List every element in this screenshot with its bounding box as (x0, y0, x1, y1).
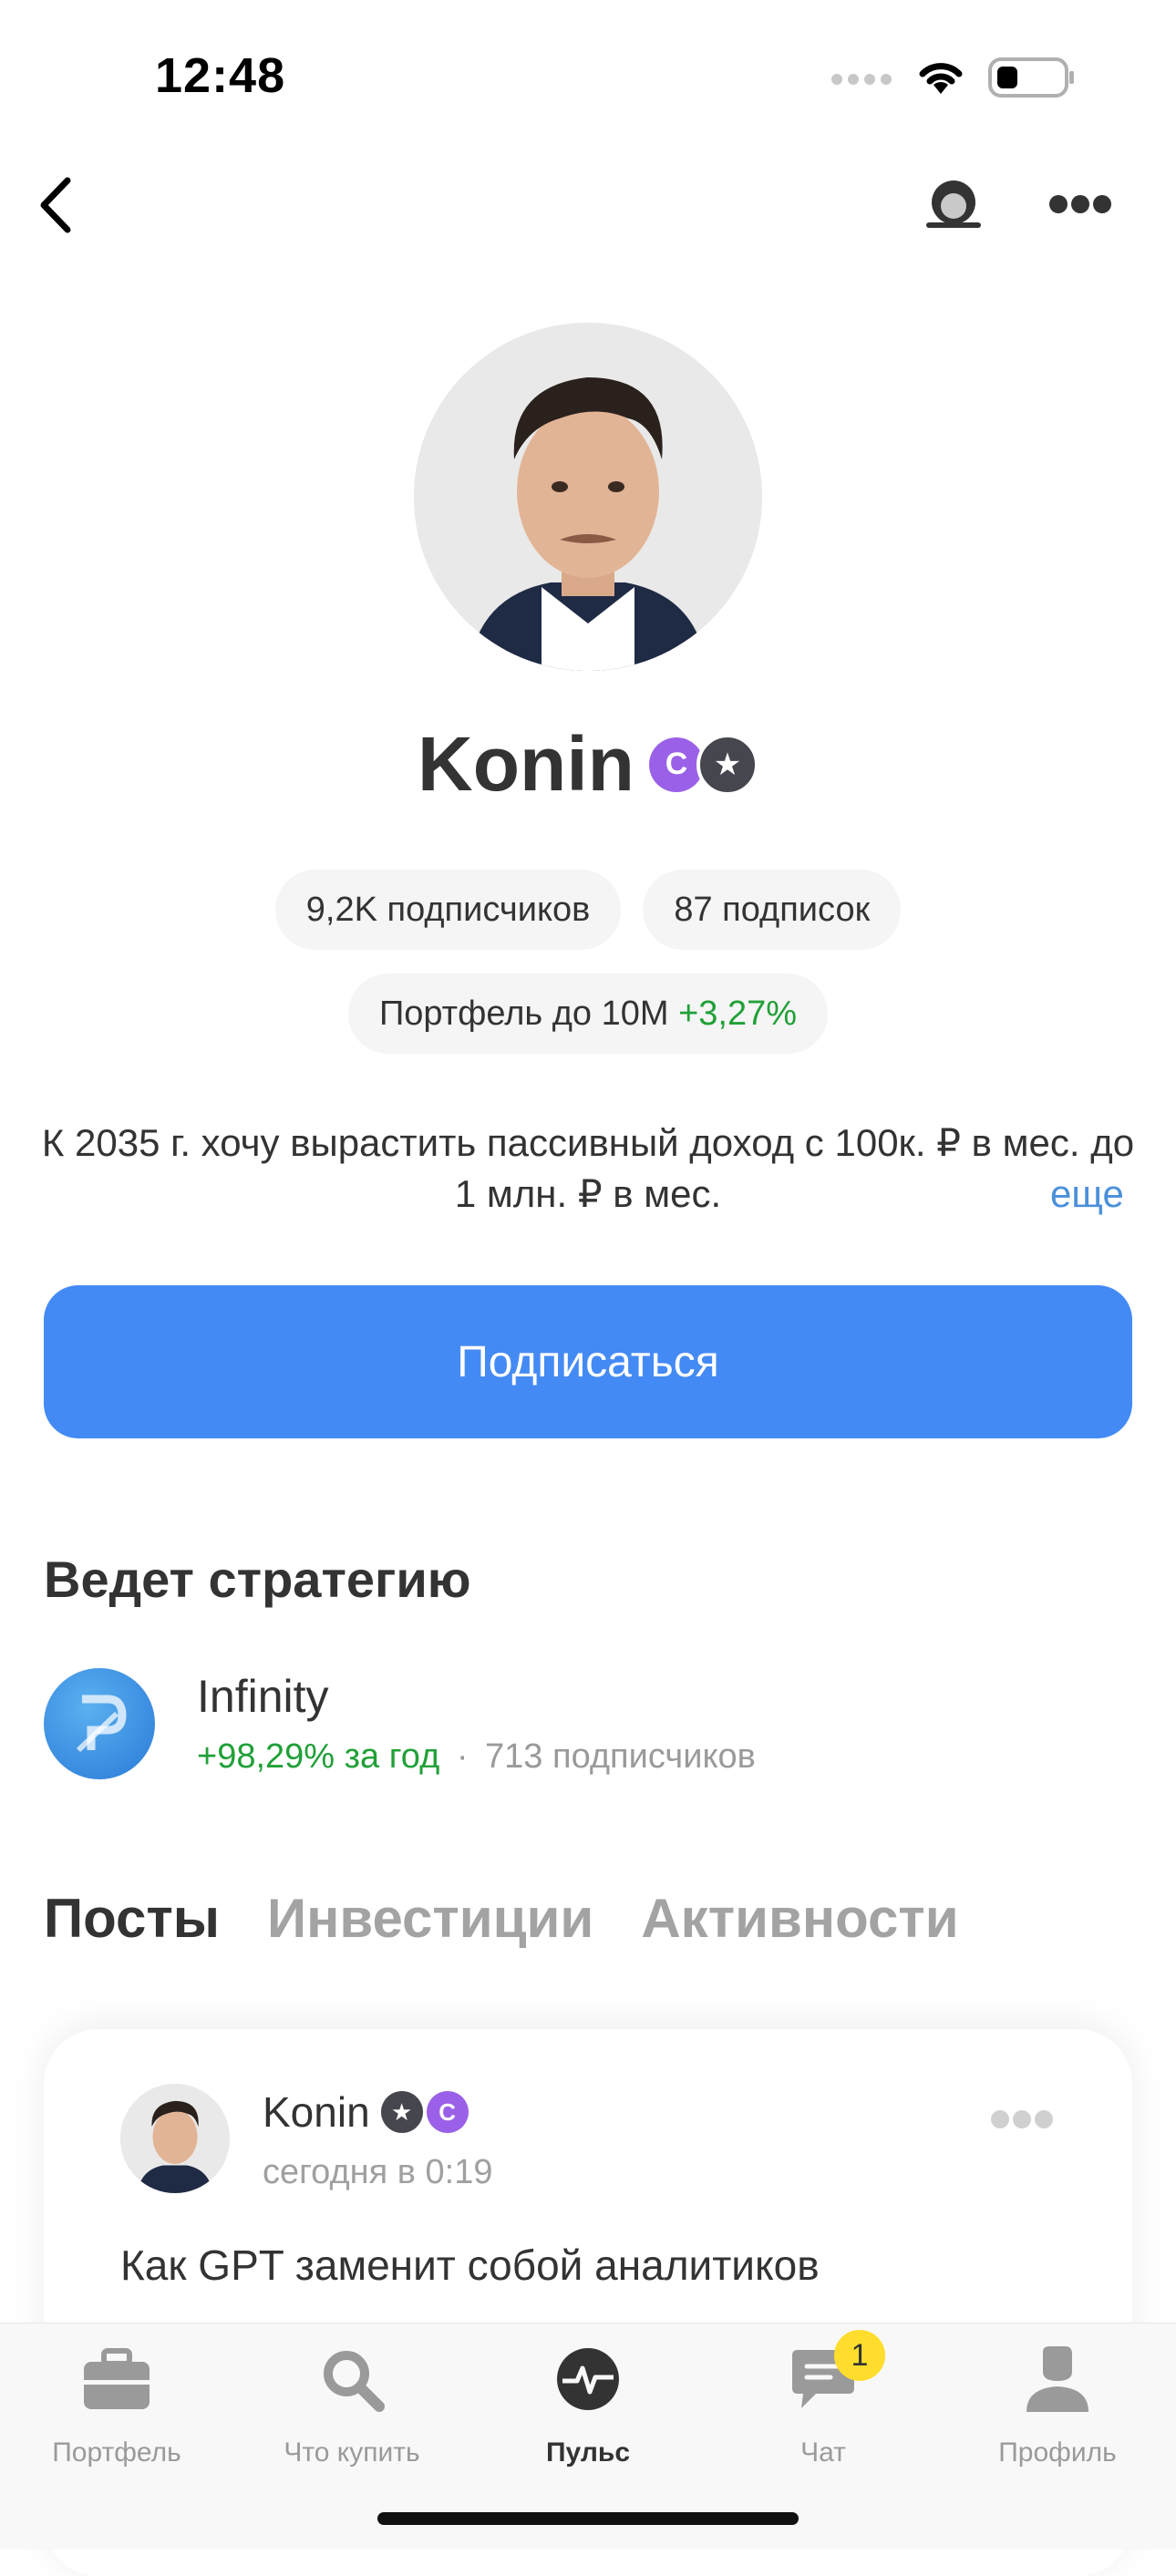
strategy-logo-icon[interactable] (44, 1668, 155, 1779)
tabbar-label: Портфель (52, 2437, 181, 2468)
post-author-avatar[interactable] (120, 2084, 230, 2193)
tabbar-item-portfolio[interactable]: Портфель (16, 2341, 217, 2468)
portfolio-chip[interactable]: Портфель до 10M +3,27% (347, 974, 829, 1054)
home-indicator[interactable] (377, 2512, 799, 2525)
tabbar-label: Чат (800, 2437, 846, 2468)
meta-separator: · (456, 1737, 469, 1776)
tabbar-item-pulse[interactable]: Пульс (488, 2341, 688, 2468)
subscribe-button[interactable]: Подписаться (44, 1285, 1132, 1438)
avatar-portrait (414, 323, 762, 671)
profile-bio: К 2035 г. хочу вырастить пассивный доход… (41, 1121, 1135, 1215)
profile-share-icon[interactable] (923, 179, 985, 230)
signal-icon (831, 74, 892, 85)
star-badge-icon[interactable]: ★ (696, 733, 758, 796)
status-icons (830, 57, 1076, 98)
tabbar-item-what-to-buy[interactable]: Что купить (252, 2341, 452, 2468)
briefcase-icon (78, 2341, 155, 2417)
star-badge-icon: ★ (380, 2091, 423, 2133)
profile-icon (1019, 2341, 1096, 2417)
post-author-row: Konin ★ C (263, 2087, 469, 2137)
tabbar-label: Пульс (545, 2437, 631, 2468)
tab-activities[interactable]: Активности (641, 1887, 958, 1950)
status-time: 12:48 (155, 48, 286, 103)
bio-more-link[interactable]: еще (1050, 1172, 1124, 1216)
tabbar-item-profile[interactable]: Профиль (957, 2341, 1158, 2468)
profile-badges: C ★ (648, 733, 758, 796)
more-icon[interactable] (1048, 191, 1112, 218)
tabbar-item-chat[interactable]: 1 Чат (723, 2330, 923, 2468)
chat-unread-badge: 1 (834, 2330, 885, 2381)
battery-icon (988, 57, 1074, 98)
creator-badge-icon[interactable]: C (648, 737, 704, 792)
pulse-icon (550, 2341, 626, 2417)
wifi-icon (919, 63, 963, 94)
profile-avatar (414, 323, 762, 671)
profile-name: Konin (418, 721, 634, 807)
search-icon (314, 2341, 390, 2417)
post-title[interactable]: Как GPT заменит собой аналитиков (120, 2241, 820, 2290)
subscribers-chip[interactable]: 9,2K подписчиков (274, 870, 622, 950)
tab-posts[interactable]: Посты (44, 1887, 220, 1950)
chat-icon: 1 (785, 2330, 885, 2417)
creator-badge-icon: C (426, 2091, 469, 2133)
strategy-name[interactable]: Infinity (197, 1670, 329, 1723)
strategy-return: +98,29% за год (197, 1737, 440, 1776)
portfolio-change: +3,27% (678, 994, 798, 1033)
profile-name-row: Konin C ★ (0, 720, 1176, 809)
portfolio-label: Портфель до 10M (378, 994, 669, 1033)
profile-tabs: Посты Инвестиции Активности (44, 1887, 959, 1950)
back-icon[interactable] (31, 173, 86, 237)
post-author-name[interactable]: Konin (263, 2087, 370, 2137)
tab-investments[interactable]: Инвестиции (267, 1887, 593, 1950)
strategy-meta: +98,29% за год · 713 подписчиков (197, 1737, 756, 1777)
tabbar-label: Профиль (998, 2437, 1117, 2468)
nav-actions (923, 179, 1112, 230)
post-time: сегодня в 0:19 (263, 2153, 493, 2191)
strategy-section-title: Ведет стратегию (44, 1551, 471, 1608)
portfolio-row: Портфель до 10M +3,27% (0, 974, 1176, 1054)
post-more-icon[interactable] (990, 2106, 1054, 2133)
subscriptions-chip[interactable]: 87 подписок (643, 870, 902, 950)
strategy-subscribers: 713 подписчиков (485, 1737, 756, 1776)
profile-stats: 9,2K подписчиков 87 подписок (0, 870, 1176, 950)
tabbar-label: Что купить (284, 2437, 420, 2468)
